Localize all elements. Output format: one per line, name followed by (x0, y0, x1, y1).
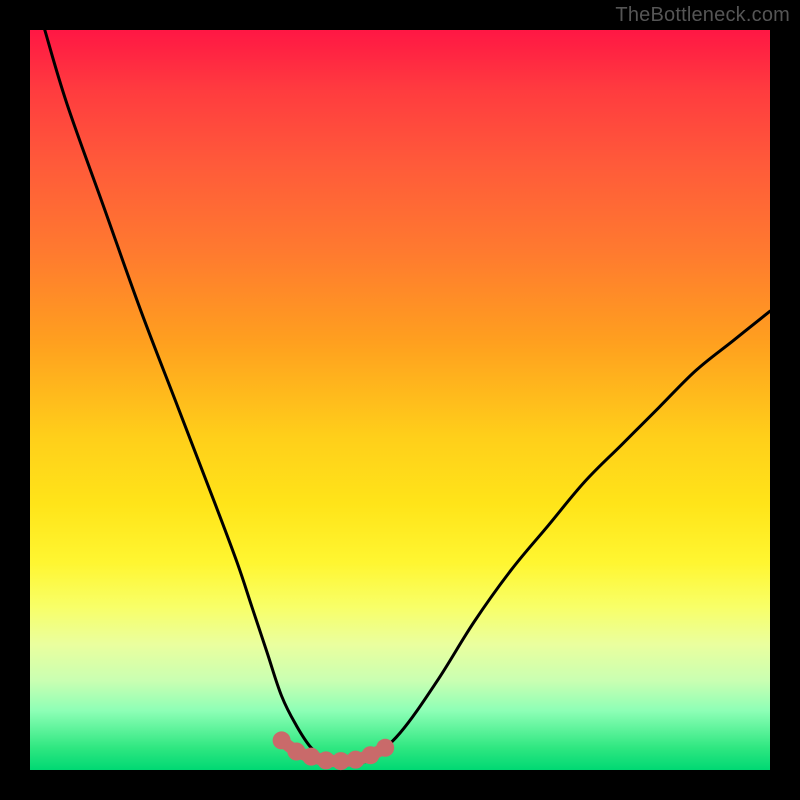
flat-markers (273, 731, 395, 770)
chart-frame: TheBottleneck.com (0, 0, 800, 800)
chart-svg (30, 30, 770, 770)
watermark-text: TheBottleneck.com (615, 4, 790, 27)
plot-area (30, 30, 770, 770)
bottleneck-curve (45, 30, 770, 763)
